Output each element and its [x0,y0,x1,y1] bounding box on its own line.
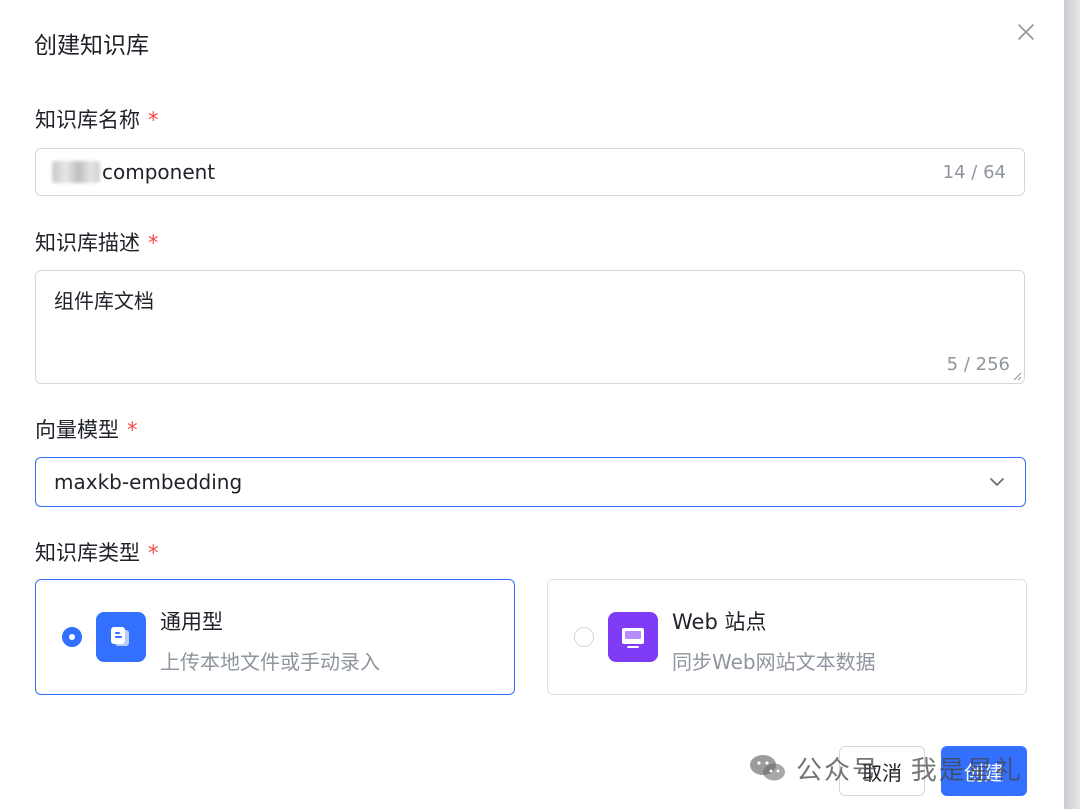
description-textarea[interactable]: 组件库文档 5 / 256 [35,270,1025,384]
description-value: 组件库文档 [54,289,154,313]
name-input[interactable]: component 14 / 64 [35,148,1025,196]
kb-type-label: 知识库类型 * [35,541,159,565]
create-button[interactable]: 创建 [941,746,1027,796]
chevron-down-icon [990,478,1004,486]
embedding-model-label: 向量模型 * [35,418,138,442]
name-input-value: component [102,160,216,184]
name-label: 知识库名称 * [35,108,159,132]
type-general-description: 上传本地文件或手动录入 [160,650,380,674]
required-mark: * [148,231,159,255]
required-mark: * [148,541,159,565]
description-char-counter: 5 / 256 [946,354,1010,375]
radio-general[interactable] [62,627,82,647]
resize-grip-icon[interactable] [1012,371,1022,381]
type-web-description: 同步Web网站文本数据 [672,650,876,674]
wechat-icon [750,755,785,781]
embedding-model-select[interactable]: maxkb-embedding [35,457,1026,507]
create-knowledge-base-dialog: 创建知识库 知识库名称 * component 14 / 64 知识库描述 * 组件… [0,0,1064,809]
document-icon [96,612,146,662]
selected-model: maxkb-embedding [54,470,243,494]
type-option-general[interactable]: 通用型 上传本地文件或手动录入 [35,579,515,695]
dialog-title: 创建知识库 [34,33,149,59]
radio-web[interactable] [574,627,594,647]
cancel-button[interactable]: 取消 [839,746,925,796]
type-general-title: 通用型 [160,610,223,634]
background-edge [1064,0,1080,809]
type-option-web[interactable]: Web 站点 同步Web网站文本数据 [547,579,1027,695]
type-web-title: Web 站点 [672,610,767,634]
required-mark: * [127,418,138,442]
required-mark: * [148,108,159,132]
close-icon[interactable] [1012,18,1040,46]
redacted-text [52,161,100,183]
name-char-counter: 14 / 64 [942,161,1006,183]
description-label: 知识库描述 * [35,231,159,255]
web-monitor-icon [608,612,658,662]
